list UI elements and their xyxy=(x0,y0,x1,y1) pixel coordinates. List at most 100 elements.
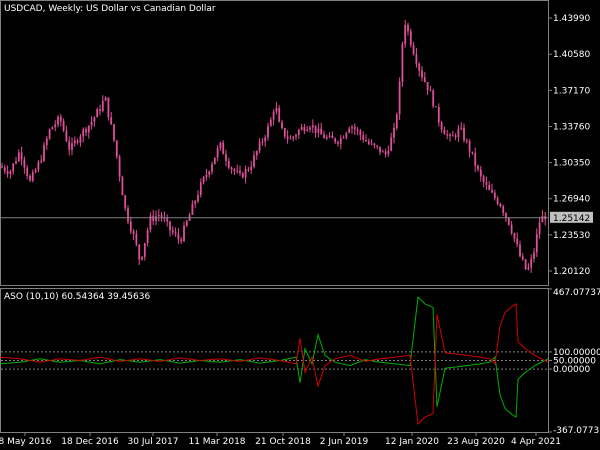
candle-body xyxy=(272,111,275,120)
candle-body xyxy=(1,166,3,168)
candle-body xyxy=(166,218,169,222)
candle-body xyxy=(20,152,23,160)
candle-body xyxy=(267,126,269,138)
time-tick-label: 18 Dec 2016 xyxy=(61,437,119,447)
candle-body xyxy=(76,140,79,143)
time-tick-label: 8 May 2016 xyxy=(0,437,52,447)
candle-body xyxy=(345,132,348,138)
candle-body xyxy=(275,107,278,112)
time-tick-label: 2 Jun 2019 xyxy=(320,437,369,447)
candle-body xyxy=(533,252,535,259)
candle-body xyxy=(395,114,398,128)
candle-body xyxy=(278,107,281,122)
candle-body xyxy=(51,127,54,130)
candle-body xyxy=(513,233,516,239)
candle-body xyxy=(460,127,463,129)
candle-body xyxy=(530,258,533,268)
candle-body xyxy=(255,151,258,156)
candle-body xyxy=(289,138,292,140)
indicator-series-line xyxy=(0,303,549,425)
indicator-tick-label: 0.00000 xyxy=(553,365,590,375)
time-tick-label: 23 Aug 2020 xyxy=(447,437,505,447)
candle-body xyxy=(264,137,267,142)
candle-body xyxy=(367,141,370,144)
candle-body xyxy=(107,97,110,118)
candle-body xyxy=(34,169,37,173)
candle-body xyxy=(457,128,460,138)
price-candles xyxy=(1,19,547,273)
candle-body xyxy=(303,127,306,132)
current-price-label: 1.25142 xyxy=(553,214,590,224)
candle-body xyxy=(449,134,451,137)
candle-body xyxy=(415,54,418,64)
candle-body xyxy=(384,151,387,155)
indicator-title: ASO (10,10) 60.54364 39.45636 xyxy=(4,292,150,302)
candle-body xyxy=(471,151,474,153)
candle-body xyxy=(505,213,507,218)
candle-body xyxy=(23,159,26,168)
candle-body xyxy=(342,137,345,139)
candle-body xyxy=(239,170,241,174)
candle-body xyxy=(65,130,68,142)
candle-body xyxy=(446,134,449,136)
candle-body xyxy=(339,138,342,144)
candle-body xyxy=(426,81,429,91)
candle-body xyxy=(57,116,59,125)
candle-body xyxy=(241,173,244,178)
price-tick-label: 1.40580 xyxy=(553,50,590,60)
candle-body xyxy=(85,129,87,133)
candle-body xyxy=(283,128,286,137)
candle-body xyxy=(488,184,491,190)
candle-body xyxy=(73,140,76,144)
candle-body xyxy=(230,167,233,170)
candle-body xyxy=(169,221,171,231)
candle-body xyxy=(129,221,132,232)
candle-body xyxy=(121,176,124,196)
time-tick-label: 4 Apr 2021 xyxy=(511,437,561,447)
candle-body xyxy=(110,117,113,125)
candle-body xyxy=(376,145,379,147)
candle-body xyxy=(216,148,219,158)
candle-body xyxy=(286,136,289,139)
candle-body xyxy=(227,160,230,168)
candle-body xyxy=(250,166,253,170)
candle-body xyxy=(429,90,432,92)
candle-body xyxy=(507,217,510,225)
candle-body xyxy=(253,155,255,167)
candle-body xyxy=(435,106,437,108)
candle-body xyxy=(379,146,381,153)
candle-body xyxy=(337,141,339,144)
candle-body xyxy=(407,24,409,32)
time-tick-label: 11 Mar 2018 xyxy=(188,437,245,447)
candle-body xyxy=(174,232,177,234)
chart-canvas: 1.43990 1.40580 1.37170 1.33760 1.30350 1.269… xyxy=(0,0,600,447)
candle-body xyxy=(393,127,395,138)
candle-body xyxy=(115,140,118,157)
candle-body xyxy=(177,233,180,240)
candle-body xyxy=(261,141,264,143)
candle-body xyxy=(440,122,443,130)
time-axis: 8 May 2016 18 Dec 2016 30 Jul 2017 11 Mar 2… xyxy=(0,432,561,447)
candle-body xyxy=(463,127,465,141)
candle-body xyxy=(519,244,521,257)
candle-body xyxy=(387,150,390,155)
candle-body xyxy=(328,135,331,138)
candle-body xyxy=(90,121,93,126)
candle-body xyxy=(323,134,325,139)
candle-body xyxy=(12,163,15,172)
candle-body xyxy=(6,171,9,174)
price-tick-label: 1.26940 xyxy=(553,195,590,205)
indicator-axis: 467.07737100.0000050.000000.00000-367.07… xyxy=(548,288,600,436)
candle-body xyxy=(96,109,99,118)
candle-body xyxy=(353,126,356,130)
candle-body xyxy=(132,231,135,235)
candle-body xyxy=(418,63,421,71)
candle-body xyxy=(421,70,423,78)
candle-body xyxy=(491,189,493,193)
candle-body xyxy=(309,127,311,130)
candle-body xyxy=(143,243,146,257)
candle-body xyxy=(247,169,250,171)
candle-body xyxy=(155,216,157,221)
candle-body xyxy=(468,141,471,152)
price-tick-label: 1.37170 xyxy=(553,86,590,96)
